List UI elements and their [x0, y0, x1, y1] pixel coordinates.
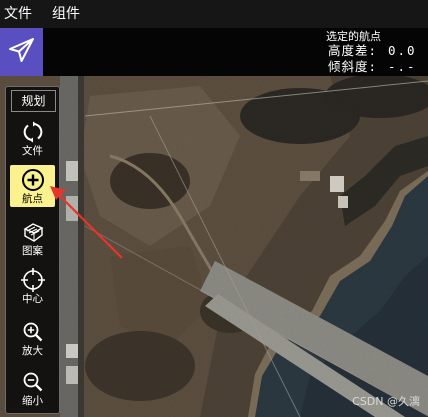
planning-toolbar: 规划 文件 航点 图案 中心 放大 缩小 — [5, 86, 60, 414]
center-button-label: 中心 — [22, 293, 43, 305]
selected-waypoint-panel: 选定的航点 高度差: 0.0 倾斜度: -.- — [326, 30, 428, 75]
zoom-in-icon — [20, 319, 46, 345]
crosshair-icon — [20, 267, 46, 293]
waypoint-button-label: 航点 — [22, 193, 43, 205]
pattern-button[interactable]: 图案 — [10, 217, 55, 259]
plan-view-button[interactable] — [0, 28, 43, 76]
file-button-label: 文件 — [22, 145, 43, 157]
menu-bar: 文件 组件 — [0, 0, 428, 28]
gradient-label: 倾斜度: — [328, 59, 378, 74]
altitude-diff-value: 0.0 — [388, 43, 417, 58]
paper-plane-icon — [7, 35, 37, 69]
zoom-out-button[interactable]: 缩小 — [10, 367, 55, 409]
refresh-icon — [20, 119, 46, 145]
toolbar-title: 规划 — [11, 90, 56, 112]
add-circle-icon — [20, 167, 46, 193]
gradient-value: -.- — [388, 59, 417, 74]
watermark: CSDN @久漓 — [352, 395, 420, 408]
zoom-out-icon — [20, 369, 46, 395]
altitude-diff-label: 高度差: — [328, 43, 378, 58]
menu-widgets[interactable]: 组件 — [46, 0, 86, 28]
gradient-row: 倾斜度: -.- — [328, 59, 428, 75]
pattern-button-label: 图案 — [22, 245, 43, 257]
selected-waypoint-title: 选定的航点 — [326, 30, 381, 43]
zoom-out-button-label: 缩小 — [22, 395, 43, 407]
satellite-map[interactable] — [0, 76, 428, 417]
zoom-in-button[interactable]: 放大 — [10, 317, 55, 359]
file-button[interactable]: 文件 — [10, 117, 55, 159]
zoom-in-button-label: 放大 — [22, 345, 43, 357]
header-bar: 选定的航点 高度差: 0.0 倾斜度: -.- — [0, 28, 428, 76]
pattern-icon — [20, 219, 46, 245]
altitude-diff-row: 高度差: 0.0 — [328, 43, 428, 59]
waypoint-button[interactable]: 航点 — [10, 165, 55, 207]
menu-file[interactable]: 文件 — [0, 0, 38, 28]
center-button[interactable]: 中心 — [10, 265, 55, 307]
